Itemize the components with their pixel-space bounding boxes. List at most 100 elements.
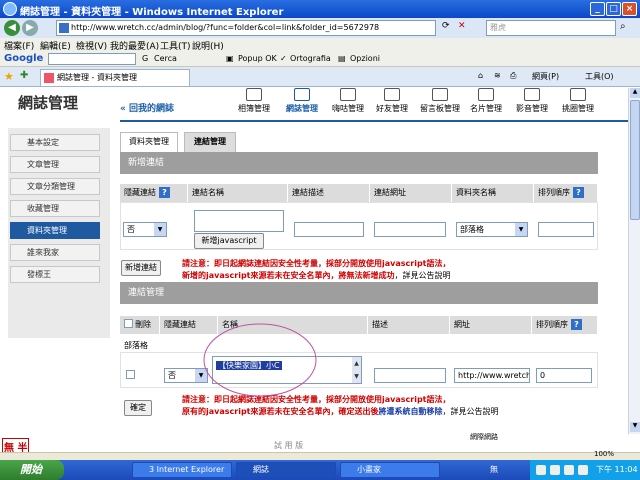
add-favorite-icon[interactable]: ✚ [20,70,28,81]
row-delete-checkbox[interactable] [126,370,135,379]
tab-link-manage[interactable]: 連結管理 [184,132,236,152]
tools-menu[interactable]: 工具(O) [585,71,614,82]
topnav-friends[interactable]: 好友管理 [374,88,410,114]
feeds-icon[interactable]: ≋ [494,71,501,80]
topnav-album[interactable]: 相簿管理 [236,88,272,114]
topnav-haiku[interactable]: 嗨咕管理 [330,88,366,114]
link-manage-columns: 刪除 隱藏連結 名稱 描述 網址 排列順序? [120,316,598,334]
task-blog[interactable]: 網誌 [236,462,336,478]
col-sort-order: 排列順序? [532,316,598,334]
col-link-name: 連結名稱 [188,184,288,202]
blog-icon [294,88,310,101]
scroll-down-icon[interactable]: ▼ [630,422,640,432]
google-cerca-button[interactable]: Cerca [154,54,177,63]
page-icon [59,23,69,33]
print-icon[interactable]: ⎙ [510,71,516,81]
sidebar-item-collections[interactable]: 收藏管理 [10,200,100,217]
forward-button[interactable]: ▶ [22,20,38,36]
col-folder-name: 資料夾名稱 [452,184,534,202]
sidebar-item-bid-king[interactable]: 發標王 [10,266,100,283]
browser-tab[interactable]: 網誌管理 - 資料夾管理 [40,69,190,86]
video-icon [524,88,540,101]
topnav-guestbook[interactable]: 留言板管理 [418,88,462,114]
sidebar-item-article-categories[interactable]: 文章分類管理 [10,178,100,195]
album-icon [246,88,262,101]
back-to-blog-link[interactable]: « 回我的網誌 [120,101,174,114]
close-button[interactable]: × [622,2,637,16]
tab-favicon [44,73,54,83]
search-icon[interactable]: ⌕ [620,21,626,32]
url-input[interactable]: http://www.wretch.cc/admin/blog/?func=fo… [56,20,436,36]
help-icon[interactable]: ? [571,319,582,330]
favorites-star-icon[interactable]: ★ [4,70,14,83]
tray-icon[interactable] [536,465,546,475]
refresh-icon[interactable]: ⟳ [442,21,450,31]
col-sort-order: 排列順序? [534,184,598,202]
url-text: http://www.wretch.cc/admin/blog/?func=fo… [71,23,380,32]
menu-bar: 檔案(F) 編輯(E) 檢視(V) 我的最愛(A) 工具(T) 說明(H) [0,38,640,52]
stop-icon[interactable]: ✕ [458,21,466,31]
confirm-button[interactable]: 確定 [124,400,152,416]
start-button[interactable]: 開始 [0,460,64,480]
sidebar-item-visitors[interactable]: 誰來我家 [10,244,100,261]
clock: 下午 11:04 [596,465,638,474]
google-search-input[interactable] [48,53,136,65]
col-delete: 刪除 [120,316,160,334]
popup-button[interactable]: Popup OK [238,54,277,63]
maximize-button[interactable]: □ [606,2,621,16]
select-all-checkbox[interactable] [124,319,133,328]
chevron-down-icon: ▼ [515,223,527,236]
back-button[interactable]: ◀ [4,20,20,36]
help-icon[interactable]: ? [159,187,170,198]
sort-order-input[interactable] [538,222,594,237]
trial-text: 試 用 版 [274,441,304,450]
group-label: 部落格 [124,341,148,350]
topnav-blog[interactable]: 網誌管理 [284,88,320,114]
tray-icon[interactable] [550,465,560,475]
home-icon[interactable]: ⌂ [478,71,483,80]
sidebar-item-articles[interactable]: 文章管理 [10,156,100,173]
tab-bar: ★ ✚ 網誌管理 - 資料夾管理 ⌂ ≋ ⎙ 網頁(P) 工具(O) [0,67,640,87]
options-icon: ▤ [338,54,346,63]
minimize-button[interactable]: _ [590,2,605,16]
row-desc-input[interactable] [374,368,446,383]
zoom-level[interactable]: 100% [594,450,614,458]
status-bar [0,452,640,460]
page-menu[interactable]: 網頁(P) [532,71,559,82]
vertical-scrollbar[interactable]: ▲ ▼ [628,88,640,434]
hidden-select[interactable]: 否 ▼ [123,222,167,237]
link-desc-input[interactable] [294,222,364,237]
tab-label: 網誌管理 - 資料夾管理 [57,73,137,82]
ortografia-button[interactable]: Ortografia [290,54,331,63]
add-javascript-button[interactable]: 新增javascript [194,233,264,249]
search-input[interactable]: 雅虎 [486,20,616,36]
window-titlebar: 網誌管理 - 資料夾管理 - Windows Internet Explorer… [0,0,640,18]
help-icon[interactable]: ? [573,187,584,198]
tray-icon[interactable] [564,465,574,475]
tray-icon[interactable] [578,465,588,475]
topnav-card[interactable]: 名片管理 [468,88,504,114]
row-order-input[interactable]: 0 [536,368,592,383]
link-url-input[interactable] [374,222,446,237]
sidebar-item-folders[interactable]: 資料夾管理 [10,222,100,239]
tab-folder-manage[interactable]: 資料夾管理 [120,132,178,152]
new-link-header: 新增連結 [120,152,598,174]
scroll-up-icon[interactable]: ▲ [630,88,640,98]
scroll-thumb[interactable] [630,100,640,220]
language-indicator[interactable]: 無 [490,464,498,475]
row-url-input[interactable]: http://www.wretch.c [454,368,530,383]
task-paint[interactable]: 小畫家 [340,462,440,478]
folder-select[interactable]: 部落格 ▼ [456,222,528,237]
friends-icon [384,88,400,101]
card-icon [478,88,494,101]
add-link-button[interactable]: 新增連結 [121,260,161,276]
window-title: 網誌管理 - 資料夾管理 - Windows Internet Explorer [20,7,284,18]
link-name-input[interactable] [194,210,284,232]
sidebar-item-basic-settings[interactable]: 基本設定 [10,134,100,151]
task-internet-explorer[interactable]: 3 Internet Explorer [132,462,232,478]
topnav-video[interactable]: 影音管理 [514,88,550,114]
textarea-scroll[interactable]: ▲ ▼ [352,357,361,383]
google-search-icon[interactable]: G [142,54,148,63]
topnav-circle[interactable]: 挑圈管理 [560,88,596,114]
opzioni-button[interactable]: Opzioni [350,54,380,63]
